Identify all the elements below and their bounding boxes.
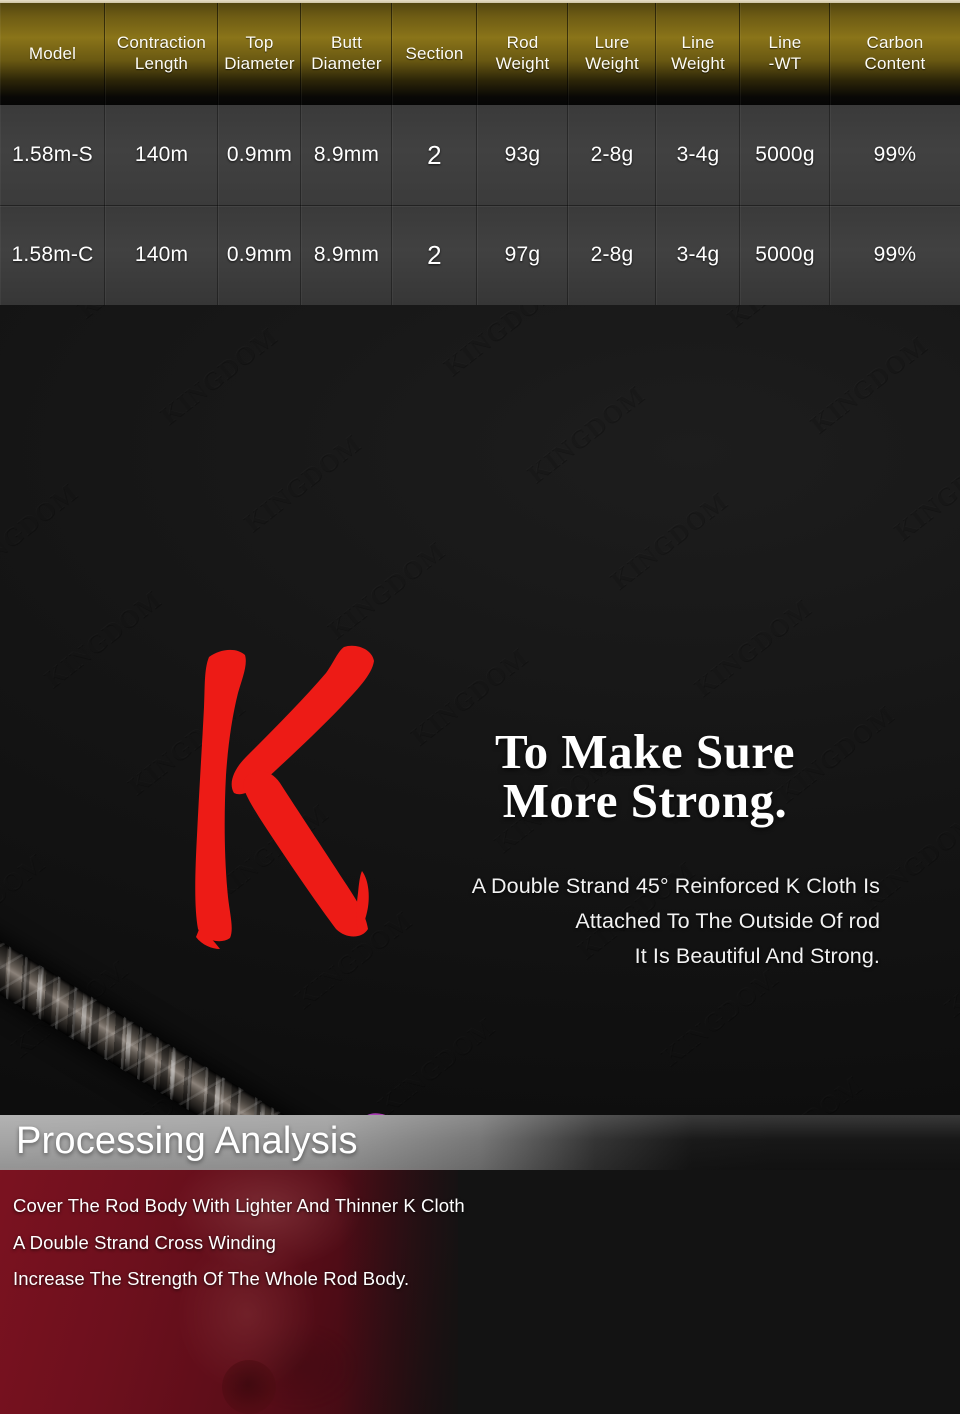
- hero-subtext: A Double Strand 45° Reinforced K Cloth I…: [472, 869, 880, 973]
- header-text: Butt: [330, 33, 363, 53]
- analysis-title: Processing Analysis: [16, 1120, 358, 1162]
- cell-rod-weight: 97g: [477, 205, 568, 305]
- cell-model: 1.58m-C: [0, 205, 105, 305]
- cell-contraction-length: 140m: [105, 205, 218, 305]
- header-text: Line: [681, 33, 715, 53]
- cell-lure-weight: 2-8g: [568, 105, 656, 205]
- header-text: Lure: [594, 33, 630, 53]
- analysis-line: Increase The Strength Of The Whole Rod B…: [13, 1268, 410, 1289]
- table-header-cell-line-weight: Line Weight: [656, 3, 740, 105]
- header-text: Weight: [671, 54, 725, 73]
- analysis-line: A Double Strand Cross Winding: [13, 1231, 277, 1253]
- cell-top-diameter: 0.9mm: [218, 105, 301, 205]
- header-text: Weight: [585, 54, 639, 73]
- table-header-row: Model Contraction Length Top Diameter Bu…: [0, 3, 960, 105]
- table-header-cell-section: Section: [392, 3, 477, 105]
- table-header-cell-carbon-content: Carbon Content: [830, 3, 960, 105]
- cell-line-weight: 3-4g: [656, 205, 740, 305]
- table-header-cell-contraction-length: Contraction Length: [105, 3, 218, 105]
- cell-butt-diameter: 8.9mm: [301, 205, 392, 305]
- cell-section: 2: [392, 205, 477, 305]
- table-header-cell-butt-diameter: Butt Diameter: [301, 3, 392, 105]
- cell-carbon-content: 99%: [830, 105, 960, 205]
- cell-carbon-content: 99%: [830, 205, 960, 305]
- subtext-line-1: A Double Strand 45° Reinforced K Cloth I…: [471, 874, 880, 898]
- hero-background: [0, 305, 960, 1115]
- subtext-line-2: Attached To The Outside Of rod: [575, 908, 880, 933]
- table-header-cell-rod-weight: Rod Weight: [477, 3, 568, 105]
- cross-winding-graphic: [312, 1085, 512, 1115]
- header-text: Diameter: [311, 54, 382, 73]
- cell-lure-weight: 2-8g: [568, 205, 656, 305]
- cell-contraction-length: 140m: [105, 105, 218, 205]
- header-text: Top: [245, 33, 274, 53]
- fish-eye-detail: [222, 1360, 276, 1414]
- header-text: Carbon: [866, 33, 924, 53]
- header-text: -WT: [768, 54, 802, 73]
- header-text: Section: [405, 43, 464, 63]
- headline-line-2: More Strong.: [502, 772, 788, 828]
- table-header-cell-top-diameter: Top Diameter: [218, 3, 301, 105]
- hero-headline: To Make Sure More Strong.: [494, 724, 795, 828]
- table-row: 1.58m-S 140m 0.9mm 8.9mm 2 93g 2-8g 3-4g…: [0, 105, 960, 205]
- header-text: Contraction: [116, 33, 207, 53]
- cell-model: 1.58m-S: [0, 105, 105, 205]
- hero-section: KINGDOMKINGDOMKINGDOMKINGDOMKINGDOMKINGD…: [0, 305, 960, 1115]
- table-header-cell-lure-weight: Lure Weight: [568, 3, 656, 105]
- subtext-line-3: It Is Beautiful And Strong.: [634, 943, 880, 968]
- cell-rod-weight: 93g: [477, 105, 568, 205]
- cell-line-wt: 5000g: [740, 205, 830, 305]
- header-text: Diameter: [224, 54, 295, 73]
- specification-table: Model Contraction Length Top Diameter Bu…: [0, 0, 960, 305]
- analysis-line: Cover The Rod Body With Lighter And Thin…: [13, 1195, 465, 1216]
- header-text: Rod: [506, 33, 539, 53]
- header-text: Model: [28, 43, 77, 63]
- header-text: Line: [768, 33, 802, 53]
- header-text: Weight: [495, 54, 550, 73]
- table-header-cell-line-wt: Line -WT: [740, 3, 830, 105]
- processing-analysis-section: Processing Analysis Cover The Rod Body W…: [0, 1115, 960, 1414]
- table-row: 1.58m-C 140m 0.9mm 8.9mm 2 97g 2-8g 3-4g…: [0, 205, 960, 305]
- cell-butt-diameter: 8.9mm: [301, 105, 392, 205]
- header-text: Length: [134, 54, 189, 73]
- analysis-bullet-list: Cover The Rod Body With Lighter And Thin…: [13, 1195, 483, 1307]
- cell-line-wt: 5000g: [740, 105, 830, 205]
- cell-line-weight: 3-4g: [656, 105, 740, 205]
- cell-section: 2: [392, 105, 477, 205]
- product-detail-page: Model Contraction Length Top Diameter Bu…: [0, 0, 960, 1414]
- table-header-cell-model: Model: [0, 3, 105, 105]
- cell-top-diameter: 0.9mm: [218, 205, 301, 305]
- headline-line-1: To Make Sure: [494, 724, 795, 779]
- header-text: Content: [864, 54, 926, 73]
- kingdom-k-logo-icon: [176, 635, 386, 950]
